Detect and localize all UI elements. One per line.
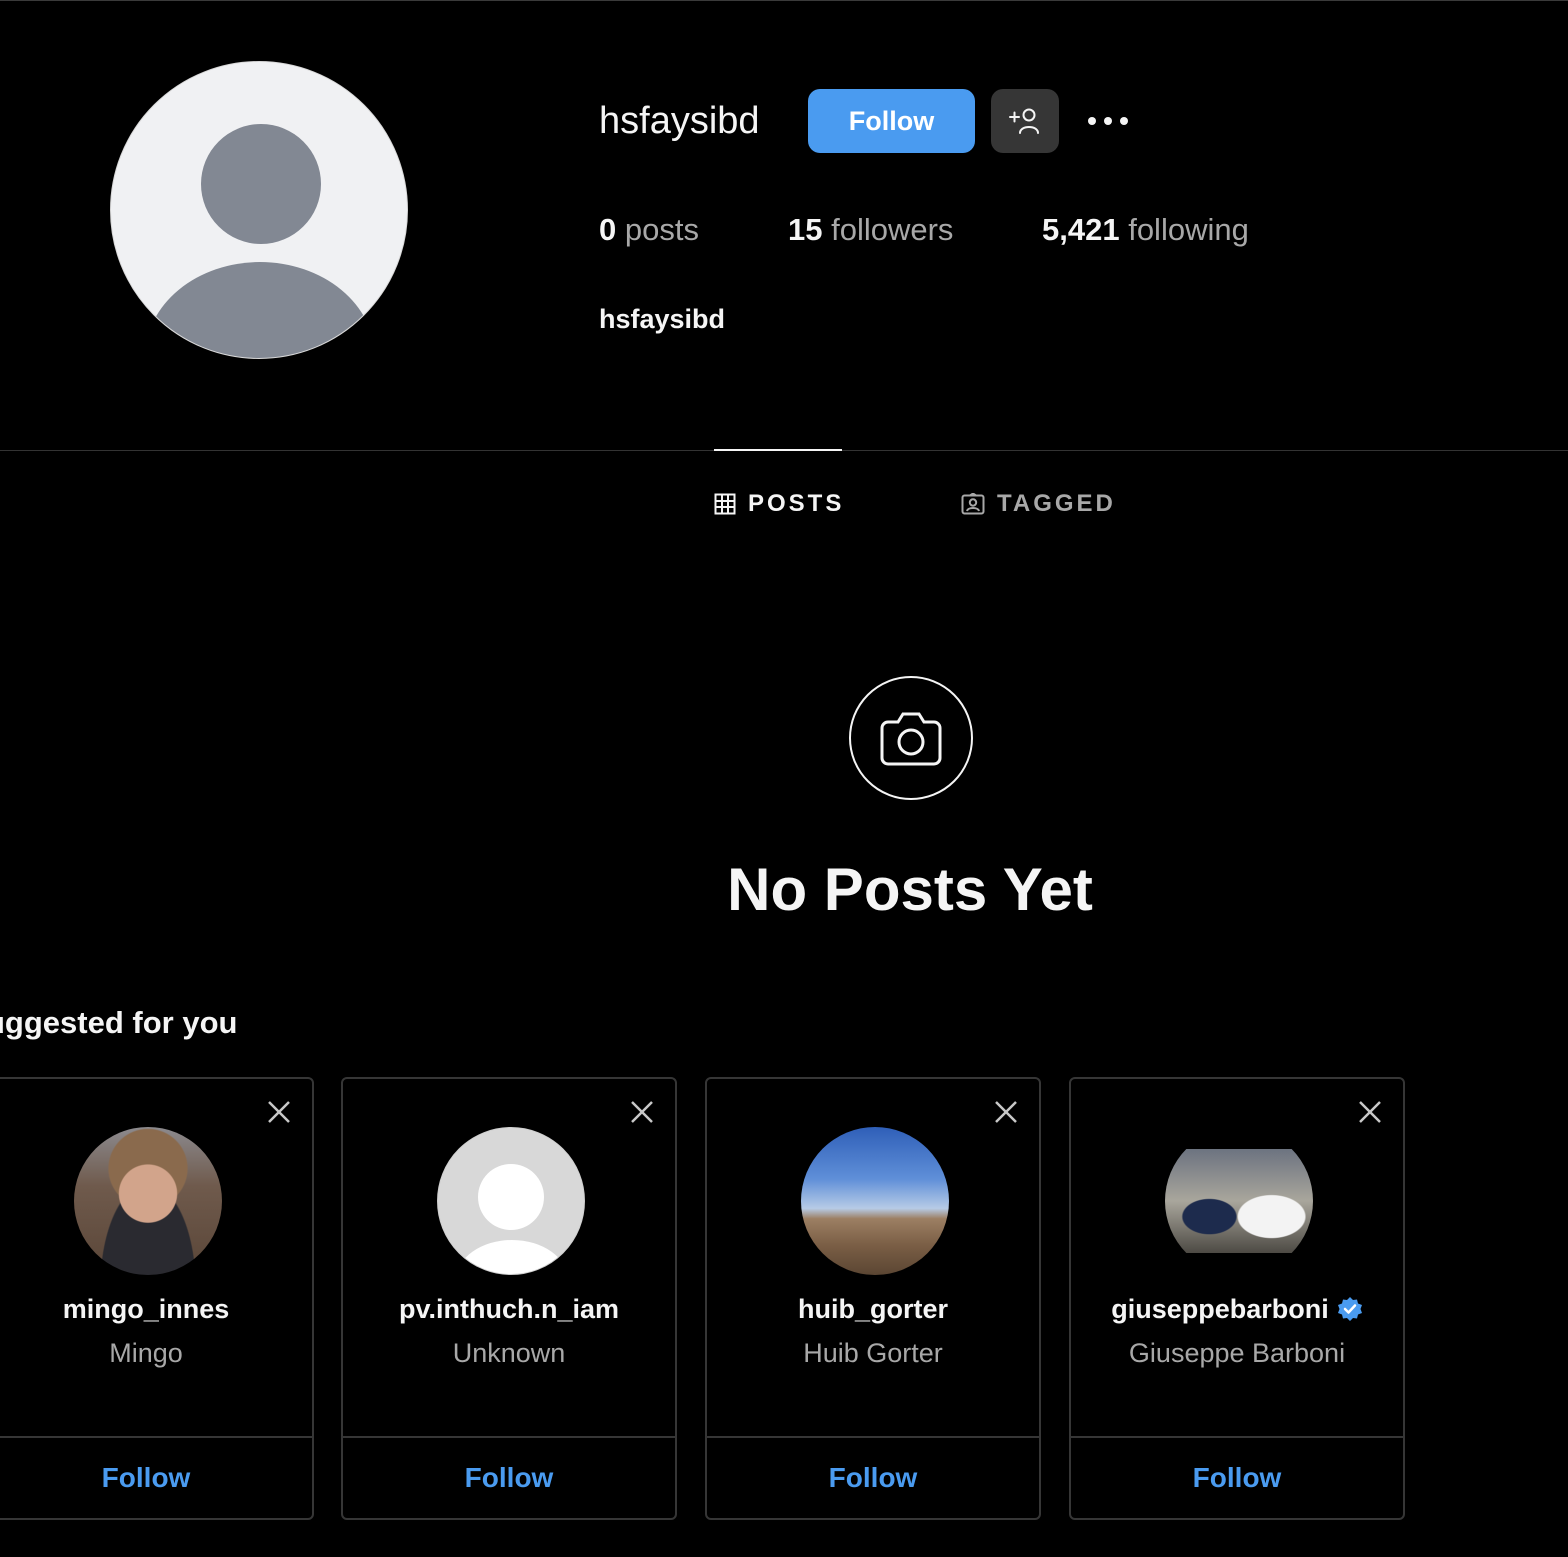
suggestion-card: pv.inthuch.n_iam Unknown Follow bbox=[341, 1077, 677, 1520]
suggested-title: uggested for you bbox=[0, 1005, 238, 1040]
suggestion-username[interactable]: pv.inthuch.n_iam bbox=[343, 1289, 675, 1329]
tab-tagged[interactable]: TAGGED bbox=[961, 488, 1116, 520]
suggestion-follow-button[interactable]: Follow bbox=[343, 1438, 675, 1518]
close-icon[interactable] bbox=[627, 1097, 657, 1127]
suggestion-username[interactable]: giuseppebarboni bbox=[1071, 1289, 1403, 1329]
suggestion-card: giuseppebarboni Giuseppe Barboni Follow bbox=[1069, 1077, 1405, 1520]
suggestion-follow-button[interactable]: Follow bbox=[0, 1438, 312, 1518]
profile-username: hsfaysibd bbox=[599, 100, 760, 142]
close-icon[interactable] bbox=[991, 1097, 1021, 1127]
default-avatar-head bbox=[201, 124, 321, 244]
top-divider bbox=[0, 0, 1568, 1]
tab-posts-label: POSTS bbox=[748, 490, 845, 517]
verified-badge-icon bbox=[1337, 1297, 1362, 1321]
active-tab-indicator bbox=[714, 449, 842, 451]
avatar[interactable] bbox=[1165, 1127, 1313, 1275]
camera-icon bbox=[849, 676, 973, 800]
follow-button[interactable]: Follow bbox=[808, 89, 975, 153]
suggestion-card: mingo_innes Mingo Follow bbox=[0, 1077, 314, 1520]
suggest-users-button[interactable] bbox=[991, 89, 1059, 153]
suggestion-card: huib_gorter Huib Gorter Follow bbox=[705, 1077, 1041, 1520]
grid-icon bbox=[714, 493, 736, 515]
suggestion-follow-button[interactable]: Follow bbox=[707, 1438, 1039, 1518]
avatar[interactable] bbox=[74, 1127, 222, 1275]
profile-avatar[interactable] bbox=[110, 61, 408, 359]
add-person-icon bbox=[1009, 108, 1039, 134]
suggestion-username[interactable]: mingo_innes bbox=[0, 1289, 312, 1329]
empty-state-title: No Posts Yet bbox=[727, 856, 1093, 923]
tagged-icon bbox=[961, 493, 985, 515]
suggestion-username[interactable]: huib_gorter bbox=[707, 1289, 1039, 1329]
suggestion-display-name: Unknown bbox=[452, 1338, 566, 1368]
following-link[interactable]: 5,421 following bbox=[1042, 210, 1249, 250]
tab-posts[interactable]: POSTS bbox=[714, 488, 844, 520]
suggestion-display-name: Huib Gorter bbox=[803, 1338, 943, 1368]
suggestion-display-name: Giuseppe Barboni bbox=[1128, 1338, 1346, 1368]
avatar[interactable] bbox=[801, 1127, 949, 1275]
followers-link[interactable]: 15 followers bbox=[788, 210, 953, 250]
profile-full-name: hsfaysibd bbox=[599, 304, 726, 334]
posts-count: 0 posts bbox=[599, 212, 699, 247]
suggestion-display-name: Mingo bbox=[109, 1338, 183, 1368]
close-icon[interactable] bbox=[264, 1097, 294, 1127]
default-avatar-body bbox=[145, 262, 375, 358]
more-options-icon[interactable] bbox=[1080, 100, 1136, 142]
tab-tagged-label: TAGGED bbox=[997, 490, 1116, 517]
avatar[interactable] bbox=[437, 1127, 585, 1275]
close-icon[interactable] bbox=[1355, 1097, 1385, 1127]
suggestion-follow-button[interactable]: Follow bbox=[1071, 1438, 1403, 1518]
